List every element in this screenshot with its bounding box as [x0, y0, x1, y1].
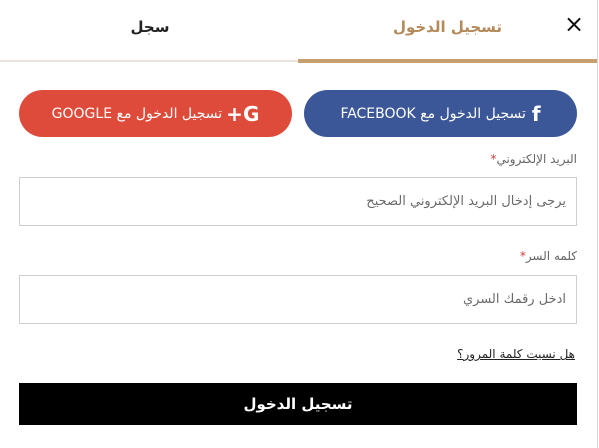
tab-login[interactable]: تسجيل الدخول	[375, 18, 520, 36]
tab-bar: سجل تسجيل الدخول	[0, 0, 597, 64]
password-label: كلمه السر*	[520, 249, 577, 263]
email-label-text: البريد الإلكتروني	[496, 152, 577, 166]
email-label: البريد الإلكتروني*	[490, 152, 577, 166]
tab-underline	[0, 60, 298, 62]
google-plus-icon: G+	[226, 101, 260, 126]
login-submit-button[interactable]: تسجيل الدخول	[19, 383, 577, 425]
forgot-password-link[interactable]: هل نسيت كلمة المرور؟	[457, 347, 575, 361]
google-login-label: تسجيل الدخول مع GOOGLE	[51, 105, 223, 122]
tab-register[interactable]: سجل	[95, 18, 205, 36]
email-field[interactable]	[19, 177, 577, 226]
facebook-login-button[interactable]: f تسجيل الدخول مع FACEBOOK	[304, 90, 577, 137]
password-label-text: كلمه السر	[525, 249, 577, 263]
tab-active-indicator	[298, 59, 597, 63]
facebook-login-label: تسجيل الدخول مع FACEBOOK	[340, 105, 526, 122]
facebook-icon: f	[531, 101, 541, 126]
google-login-button[interactable]: G+ تسجيل الدخول مع GOOGLE	[19, 90, 292, 137]
login-modal: × سجل تسجيل الدخول G+ تسجيل الدخول مع GO…	[0, 0, 598, 448]
password-field[interactable]	[19, 275, 577, 324]
